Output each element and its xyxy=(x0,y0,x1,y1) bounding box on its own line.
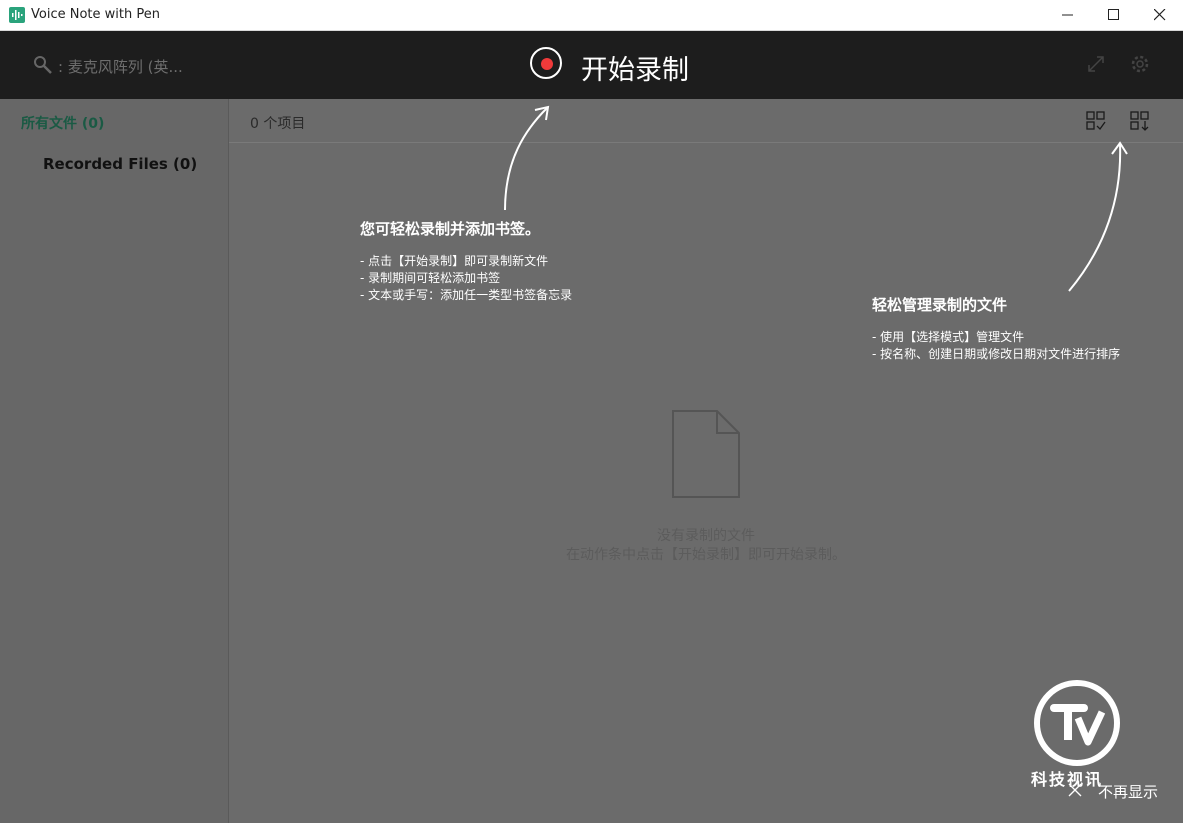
file-toolbar: 0 个项目 xyxy=(229,99,1183,143)
tip-record-line: - 录制期间可轻松添加书签 xyxy=(360,271,501,285)
sort-icon[interactable] xyxy=(1130,111,1150,131)
close-icon xyxy=(1154,9,1166,21)
tip-arrow-record xyxy=(504,105,550,211)
close-tips-icon xyxy=(1068,783,1082,797)
microphone-selector[interactable]: : 麦克风阵列 (英... xyxy=(58,56,183,77)
tip-manage-line: - 按名称、创建日期或修改日期对文件进行排序 xyxy=(872,347,1121,361)
tip-manage-line: - 使用【选择模式】管理文件 xyxy=(872,330,1025,344)
tip-record-line: - 点击【开始录制】即可录制新文件 xyxy=(360,254,549,268)
minimize-button[interactable] xyxy=(1045,0,1091,31)
tip-record-title: 您可轻松录制并添加书签。 xyxy=(360,220,541,238)
minimize-icon xyxy=(1062,14,1073,16)
select-mode-icon[interactable] xyxy=(1086,111,1106,131)
sidebar: 所有文件 (0) Recorded Files (0) xyxy=(0,99,229,823)
tip-manage: 轻松管理录制的文件 - 使用【选择模式】管理文件 - 按名称、创建日期或修改日期… xyxy=(872,294,1120,363)
empty-message-hint: 在动作条中点击【开始录制】即可开始录制。 xyxy=(566,547,846,563)
watermark-logo xyxy=(1034,680,1120,766)
window-title: Voice Note with Pen xyxy=(31,7,160,22)
record-label: 开始录制 xyxy=(581,55,689,86)
record-icon xyxy=(530,47,562,79)
app-icon xyxy=(9,7,25,23)
empty-document-icon xyxy=(672,410,740,498)
tip-arrow-manage xyxy=(1068,141,1128,292)
maximize-icon xyxy=(1108,9,1119,20)
tip-manage-title: 轻松管理录制的文件 xyxy=(872,296,1008,314)
expand-icon[interactable] xyxy=(1086,54,1106,74)
start-recording-button[interactable]: 开始录制 xyxy=(528,45,708,87)
empty-message-title: 没有录制的文件 xyxy=(657,528,755,544)
close-button[interactable] xyxy=(1137,0,1183,31)
tip-record: 您可轻松录制并添加书签。 - 点击【开始录制】即可录制新文件 - 录制期间可轻松… xyxy=(360,218,572,304)
dismiss-tips-button[interactable]: 不再显示 xyxy=(1068,780,1168,802)
maximize-button[interactable] xyxy=(1091,0,1137,31)
sidebar-item-all-files[interactable]: 所有文件 (0) xyxy=(21,113,104,133)
sidebar-item-recorded-files[interactable]: Recorded Files (0) xyxy=(43,155,197,173)
title-bar: Voice Note with Pen xyxy=(0,0,1183,31)
item-count: 0 个项目 xyxy=(250,116,306,132)
search-icon[interactable] xyxy=(33,55,53,75)
action-bar: : 麦克风阵列 (英... 开始录制 xyxy=(0,31,1183,99)
dismiss-label: 不再显示 xyxy=(1098,783,1159,801)
tip-record-line: - 文本或手写：添加任一类型书签备忘录 xyxy=(360,288,573,302)
gear-icon[interactable] xyxy=(1129,53,1151,75)
